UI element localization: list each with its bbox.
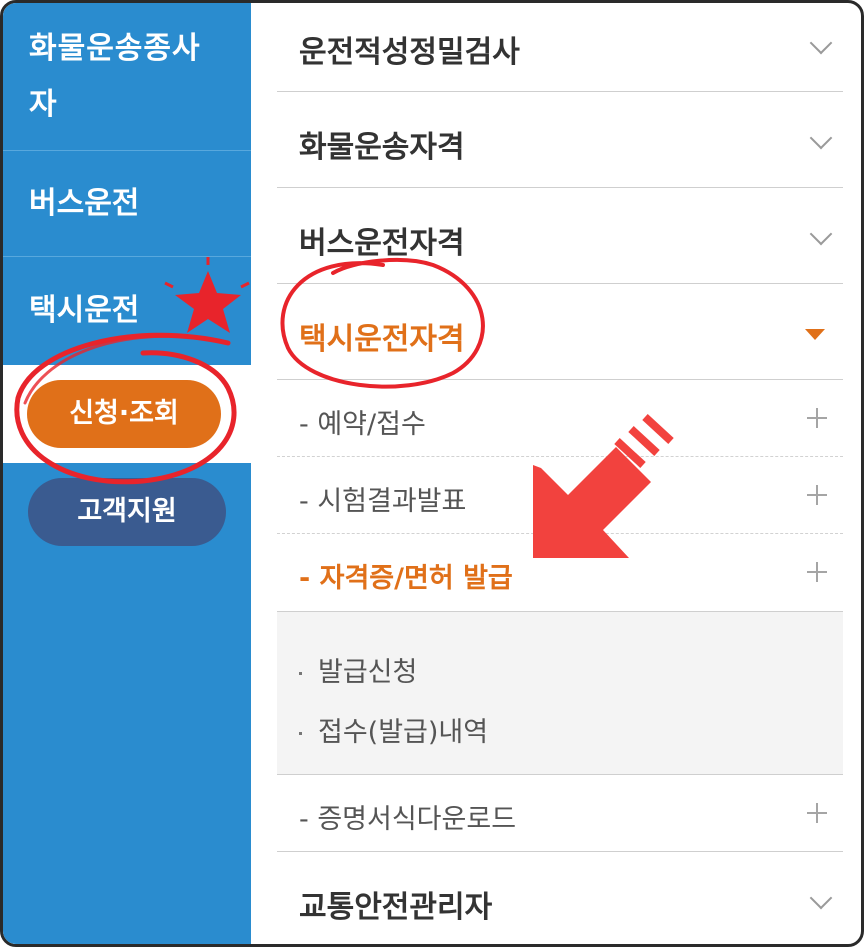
chevron-down-icon — [809, 886, 833, 910]
menu-item-aptitude-test[interactable]: 운전적성정밀검사 — [277, 3, 843, 92]
menu-item-label: 운전적성정밀검사 — [299, 35, 520, 70]
submenu-link-label: 발급신청 — [318, 657, 418, 688]
triangle-down-icon — [805, 329, 825, 340]
submenu-item-license-issue[interactable]: - 자격증/면허 발급 — [277, 534, 843, 611]
menu-item-label: 화물운송자격 — [299, 130, 465, 165]
plus-icon — [807, 408, 827, 428]
submenu-link-label: 접수(발급)내역 — [318, 717, 489, 748]
submenu-item-reservation[interactable]: - 예약/접수 — [277, 380, 843, 457]
sidebar-item-label: 버스운전 — [29, 186, 140, 221]
submenu-item-label: - 시험결과발표 — [299, 486, 467, 517]
submenu-item-certificate-download[interactable]: - 증명서식다운로드 — [277, 775, 843, 852]
submenu-item-exam-results[interactable]: - 시험결과발표 — [277, 457, 843, 534]
plus-icon — [807, 485, 827, 505]
menu-item-label: 교통안전관리자 — [299, 890, 493, 925]
plus-icon — [807, 562, 827, 582]
submenu-item-label: - 자격증/면허 발급 — [299, 563, 513, 594]
category-sidebar: 화물운송종사자 버스운전 택시운전 — [3, 3, 251, 944]
bullet-icon — [299, 732, 302, 735]
menu-item-label: 버스운전자격 — [299, 226, 465, 261]
submenu-link-issue-history[interactable]: 접수(발급)내역 — [299, 710, 488, 749]
menu-item-cargo-qualification[interactable]: 화물운송자격 — [277, 92, 843, 188]
submenu-link-issue-apply[interactable]: 발급신청 — [299, 650, 417, 689]
sidebar-item-bus[interactable]: 버스운전 — [3, 151, 251, 257]
accordion-menu: 운전적성정밀검사 화물운송자격 버스운전자격 택시운전자격 - 예약/접수 - … — [277, 3, 843, 944]
sidebar-item-taxi[interactable]: 택시운전 — [3, 257, 251, 365]
submenu-item-label: - 증명서식다운로드 — [299, 804, 517, 835]
submenu-item-label: - 예약/접수 — [299, 409, 426, 440]
license-issue-submenu: 발급신청 접수(발급)내역 — [277, 611, 843, 775]
chevron-down-icon — [809, 222, 833, 246]
bullet-icon — [299, 672, 302, 675]
menu-item-label: 택시운전자격 — [299, 322, 465, 357]
menu-item-traffic-safety-manager[interactable]: 교통안전관리자 — [277, 852, 843, 944]
customer-support-button[interactable]: 고객지원 — [28, 478, 226, 546]
apply-inquiry-button[interactable]: 신청·조회 — [27, 380, 221, 448]
chevron-down-icon — [809, 126, 833, 150]
app-frame: 화물운송종사자 버스운전 택시운전 신청·조회 고객지원 운전적성정밀검사 화물… — [0, 0, 864, 947]
sidebar-item-label: 화물운송종사자 — [29, 31, 201, 122]
chevron-down-icon — [809, 31, 833, 55]
plus-icon — [807, 803, 827, 823]
menu-item-taxi-qualification[interactable]: 택시운전자격 — [277, 284, 843, 380]
sidebar-item-cargo[interactable]: 화물운송종사자 — [3, 21, 251, 151]
sidebar-item-label: 택시운전 — [29, 293, 140, 328]
menu-item-bus-qualification[interactable]: 버스운전자격 — [277, 188, 843, 284]
